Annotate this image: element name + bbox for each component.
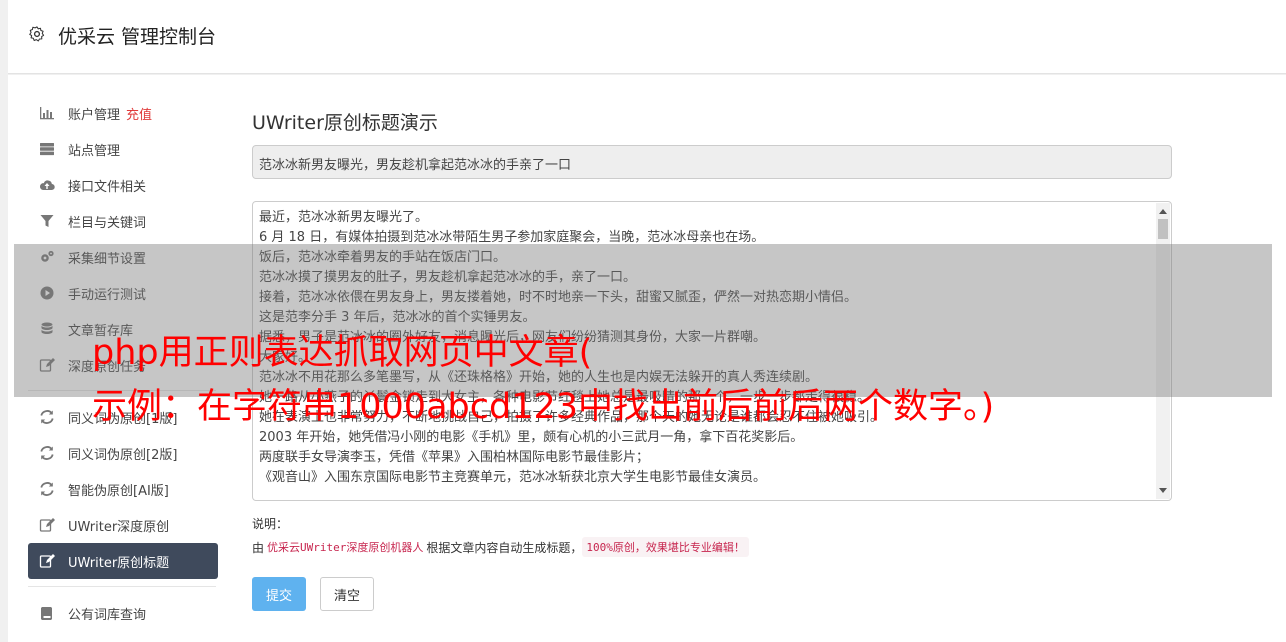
edit-icon [38, 553, 56, 569]
recharge-link[interactable]: 充值 [126, 104, 152, 123]
sidebar-item-uwriter-deep[interactable]: UWriter深度原创 [28, 507, 218, 543]
sidebar-item-label: 站点管理 [68, 143, 121, 159]
sidebar-item-columns-keywords[interactable]: 栏目与关键词 [28, 203, 218, 239]
filter-icon [38, 213, 56, 229]
bar-chart-icon [38, 105, 56, 121]
overlay-caption-line: php用正则表达抓取网页中文章( [92, 333, 593, 373]
refresh-icon [38, 409, 56, 425]
generated-title-field[interactable]: 范冰冰新男友曝光，男友趁机拿起范冰冰的手亲了一口 [252, 145, 1172, 179]
sidebar-item-label: UWriter深度原创 [68, 519, 170, 535]
scroll-up-icon[interactable] [1159, 209, 1167, 214]
sidebar-item-label: 智能伪原创[AI版] [68, 483, 169, 499]
note-label: 说明： [252, 517, 289, 531]
sidebar-item-label: 接口文件相关 [68, 179, 147, 195]
sidebar-item-synonym-v2[interactable]: 同义词伪原创[2版] [28, 435, 218, 471]
refresh-icon [38, 445, 56, 461]
sidebar-item-ai-rewrite[interactable]: 智能伪原创[AI版] [28, 471, 218, 507]
scroll-thumb[interactable] [1158, 219, 1168, 239]
refresh-icon [38, 481, 56, 497]
sidebar-item-label: 同义词伪原创[2版] [68, 447, 178, 463]
sidebar-item-public-thesaurus[interactable]: 公有词库查询 [28, 595, 218, 631]
gear-icon [29, 26, 45, 42]
note-prefix: 由 [252, 540, 265, 555]
note-robot-name: 优采云UWriter深度原创机器人 [267, 541, 424, 554]
article-line: 最近，范冰冰新男友曝光了。 [259, 210, 429, 225]
cloud-upload-icon [38, 177, 56, 193]
article-line: 两度联手女导演李玉，凭借《苹果》入围柏林国际电影节最佳影片； [259, 450, 650, 465]
book-icon [38, 605, 56, 621]
page-title: UWriter原创标题演示 [252, 112, 438, 134]
sidebar-item-label: 栏目与关键词 [68, 215, 147, 231]
overlay-caption-line: 示例：在字符串1000abcd123中找出前后前后两个数字。) [92, 387, 995, 427]
clear-button[interactable]: 清空 [320, 577, 374, 611]
server-icon [38, 141, 56, 157]
sidebar-item-label: 公有词库查询 [68, 607, 147, 623]
sidebar-item-account[interactable]: 账户管理 充值 [28, 95, 218, 131]
sidebar-item-api-files[interactable]: 接口文件相关 [28, 167, 218, 203]
header: 优采云 管理控制台 [8, 0, 1286, 74]
sidebar-item-uwriter-title[interactable]: UWriter原创标题 [28, 543, 218, 579]
sidebar-divider [28, 586, 216, 587]
sidebar-item-label: UWriter原创标题 [68, 555, 170, 571]
sidebar-item-sites[interactable]: 站点管理 [28, 131, 218, 167]
app-title: 优采云 管理控制台 [58, 26, 217, 48]
note-middle: 根据文章内容自动生成标题， [426, 540, 583, 555]
edit-icon [38, 517, 56, 533]
sidebar-item-label: 账户管理 [68, 107, 121, 123]
overlay-caption: php用正则表达抓取网页中文章( 示例：在字符串1000abcd123中找出前后… [92, 326, 1282, 434]
submit-button[interactable]: 提交 [252, 577, 306, 611]
article-line: 《观音山》入围东京国际电影节主竞赛单元，范冰冰斩获北京大学生电影节最佳女演员。 [259, 470, 767, 485]
note-text: 由 优采云UWriter深度原创机器人 根据文章内容自动生成标题， 100%原创… [252, 537, 749, 557]
scroll-down-icon[interactable] [1159, 488, 1167, 493]
note-highlight: 100%原创，效果堪比专业编辑！ [582, 537, 749, 557]
